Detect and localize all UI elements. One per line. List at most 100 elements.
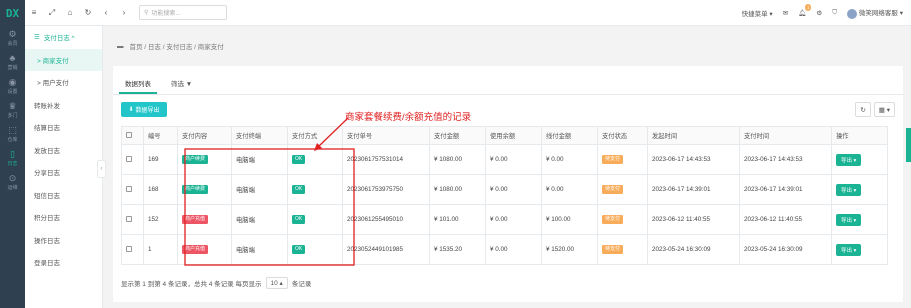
search-input[interactable]: ⚲ 功能搜索... [139, 5, 227, 20]
row-action-button[interactable]: 导出 ▾ [836, 243, 862, 256]
left-rail: DX ⚙ 会员 ♣ 营销 ◉ 设置 ♛ 多门 ⬚ 仓库 ▯ 日志 ⊙ 运维 [0, 0, 25, 308]
menu-toggle-icon[interactable]: ≡ [25, 8, 43, 17]
cell-paid: ¥ 0.00 [541, 174, 598, 205]
status-badge: 待支付 [602, 245, 624, 254]
cell-text: 2023-06-12 11:40:55 [652, 216, 711, 223]
shield-icon[interactable]: ⛉ [832, 9, 837, 17]
tab-data-list[interactable]: 数据列表 [119, 74, 157, 94]
cell-order: 2023061757531014 [342, 144, 430, 175]
column-header: 操作 [831, 126, 888, 145]
rail-item[interactable]: ⬚ 仓库 [0, 122, 25, 146]
submenu-item[interactable]: 结算日志 [25, 116, 102, 139]
cell-method: OK [287, 174, 343, 205]
cell-op: 导出 ▾ [831, 174, 888, 205]
rail-item[interactable]: ♣ 营销 [0, 50, 25, 74]
select-all-checkbox[interactable] [121, 126, 144, 145]
cell-text: ¥ 1080.00 [434, 186, 463, 193]
side-tab[interactable] [906, 128, 911, 162]
rail-icon: ◉ [8, 76, 17, 87]
tab-filter[interactable]: 筛选 ▼ [165, 74, 198, 94]
refresh-table-button[interactable]: ↻ [855, 102, 871, 117]
cell-op: 导出 ▾ [831, 234, 888, 265]
cell-text: 电脑端 [236, 187, 255, 194]
method-tag: OK [292, 155, 306, 164]
submenu-group-pay-log[interactable]: ☰ 支付日志 ^ [25, 26, 102, 49]
page-summary: 显示第 1 到第 4 条记录，总共 4 条记录 每页显示 [121, 281, 262, 288]
username: 微笑网络客服 ▾ [858, 10, 903, 18]
pay-log-table: 编号 支付内容 支付终端 支付方式 支付单号 支付金额 使用余额 线付金额 支付状态 发起时间 支付… [121, 126, 888, 265]
row-action-button[interactable]: 导出 ▾ [836, 153, 862, 166]
cell-text: ¥ 0.00 [490, 246, 508, 253]
column-header: 支付方式 [287, 126, 343, 145]
cell-text: 152 [148, 216, 159, 223]
cell-amount: ¥ 1080.00 [429, 144, 486, 175]
mail-icon[interactable]: ✉ [783, 9, 788, 17]
tab-bar: 数据列表 筛选 ▼ [113, 74, 198, 94]
breadcrumb: ▬ 首页 / 日志 / 支付日志 / 商家支付 [103, 26, 911, 66]
download-icon: ⬇ [128, 107, 134, 113]
cell-id: 168 [143, 174, 178, 205]
submenu-item[interactable]: 短信日志 [25, 184, 102, 207]
column-header[interactable]: 编号 [143, 126, 178, 145]
notification-badge: 1 [804, 4, 812, 11]
status-badge: 待支付 [602, 215, 624, 224]
rail-label: 多门 [7, 112, 18, 119]
cell-start: 2023-05-24 16:30:09 [647, 234, 740, 265]
table-row: 168 商户续费 电脑端 OK 2023061753975750 ¥ 1080.00 ¥ 0… [121, 174, 888, 205]
submenu-item[interactable]: 操作日志 [25, 229, 102, 252]
home-icon[interactable]: ⌂ [61, 8, 79, 17]
cell-op: 导出 ▾ [831, 144, 888, 175]
fullscreen-icon[interactable]: ⤢ [43, 8, 61, 18]
submenu-item[interactable]: 发放日志 [25, 139, 102, 162]
rail-item[interactable]: ♛ 多门 [0, 98, 25, 122]
row-checkbox[interactable] [121, 174, 144, 205]
rail-item[interactable]: ▯ 日志 [0, 146, 25, 170]
search-icon: ⚲ [144, 10, 149, 16]
cell-method: OK [287, 204, 343, 235]
method-tag: OK [292, 185, 306, 194]
rail-item[interactable]: ⚙ 会员 [0, 26, 25, 50]
row-action-button[interactable]: 导出 ▾ [836, 183, 862, 196]
rail-item[interactable]: ⊙ 运维 [0, 170, 25, 194]
forward-icon[interactable]: › [115, 8, 133, 17]
collapse-handle[interactable]: ‹ [97, 160, 106, 178]
settings-icon[interactable]: ⚙ [816, 9, 822, 17]
column-header: 使用余额 [485, 126, 542, 145]
search-placeholder: 功能搜索... [151, 11, 181, 17]
cell-order: 2023061255495010 [342, 204, 430, 235]
cell-content: 商户续费 [177, 174, 232, 205]
column-header: 支付时间 [739, 126, 832, 145]
submenu-item[interactable]: 分享日志 [25, 161, 102, 184]
submenu-item[interactable]: 转账补发 [25, 94, 102, 117]
quick-menu[interactable]: 快捷菜单 ▾ [742, 8, 773, 18]
page-size-select[interactable]: 10 ▴ [265, 277, 288, 289]
row-checkbox[interactable] [121, 204, 144, 235]
content-tag: 商户充值 [182, 245, 209, 254]
cell-method: OK [287, 234, 343, 265]
content-panel: 数据列表 筛选 ▼ ⬇ 数据导出 ↻ ▦ ▾ 编号 支付内容 支付终端 支付方式 支付单… [113, 66, 903, 302]
user-menu[interactable]: 微笑网络客服 ▾ [847, 7, 903, 19]
cell-order: 2023061753975750 [342, 174, 430, 205]
refresh-icon[interactable]: ↻ [79, 8, 97, 17]
cell-text: 2023-06-17 14:39:01 [652, 186, 711, 193]
rail-label: 营销 [7, 64, 18, 71]
table-row: 169 商户续费 电脑端 OK 2023061757531014 ¥ 1080.00 ¥ 0… [121, 144, 888, 175]
list-icon: ☰ [34, 34, 40, 42]
submenu-item[interactable]: > 用户支付 [25, 71, 102, 94]
cell-amount: ¥ 1535.20 [429, 234, 486, 265]
bell-icon[interactable]: 🔔︎ 1 [798, 4, 812, 17]
row-checkbox[interactable] [121, 234, 144, 265]
cell-text: 电脑端 [236, 157, 255, 164]
cell-status: 待支付 [597, 204, 648, 235]
export-button[interactable]: ⬇ 数据导出 [121, 102, 167, 117]
row-checkbox[interactable] [121, 144, 144, 175]
column-header: 支付内容 [177, 126, 232, 145]
cell-balance: ¥ 0.00 [485, 204, 542, 235]
row-action-button[interactable]: 导出 ▾ [836, 213, 862, 226]
submenu-item[interactable]: 登录日志 [25, 251, 102, 274]
submenu-item[interactable]: > 商家支付 [25, 48, 102, 71]
back-icon[interactable]: ‹ [97, 8, 115, 17]
columns-button[interactable]: ▦ ▾ [873, 102, 895, 117]
rail-item[interactable]: ◉ 设置 [0, 74, 25, 98]
submenu-item[interactable]: 积分日志 [25, 206, 102, 229]
